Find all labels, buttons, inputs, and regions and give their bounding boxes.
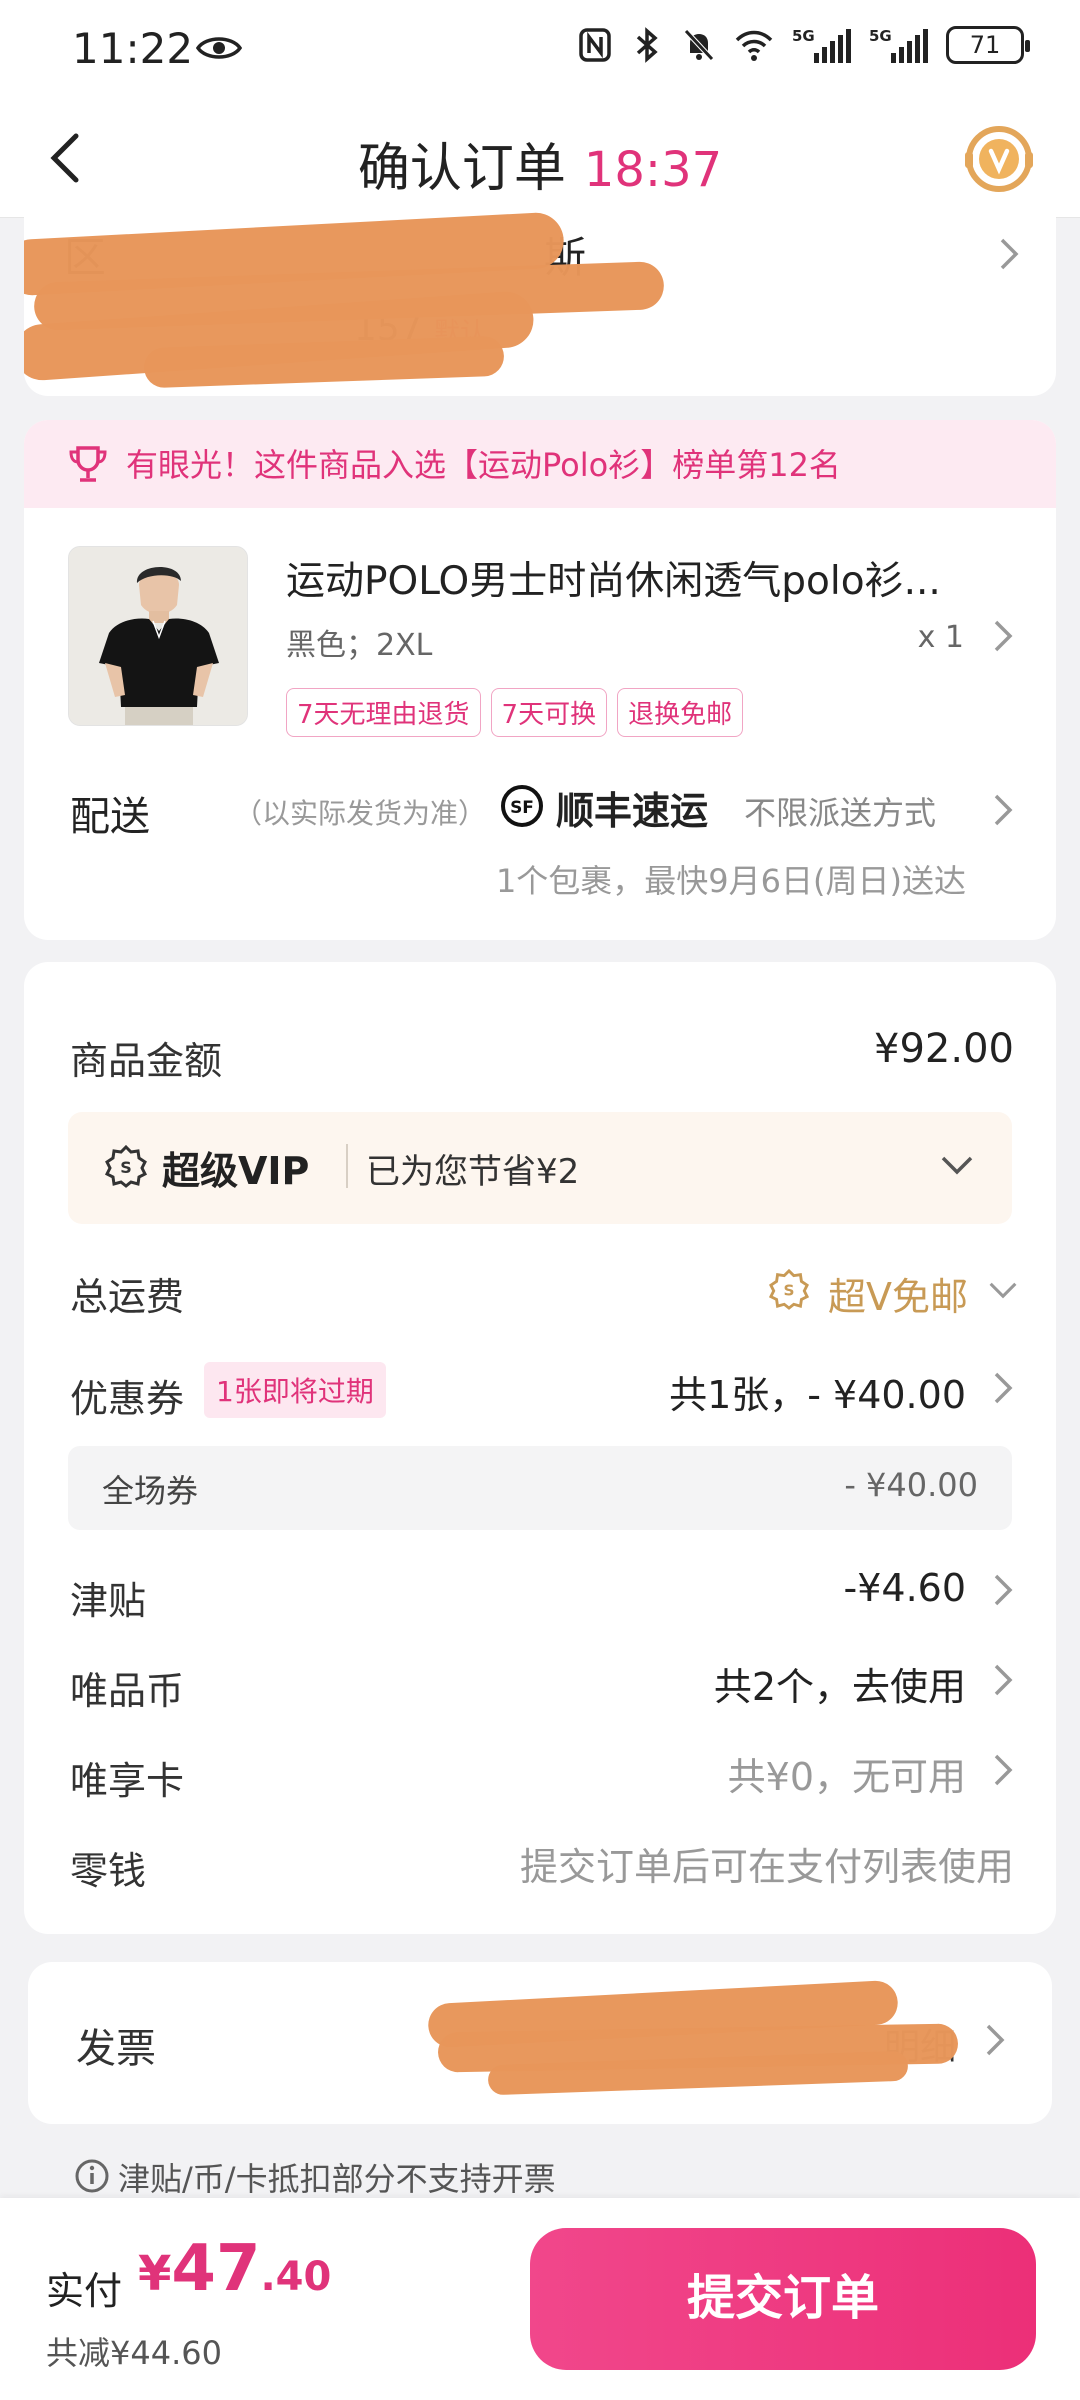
coupon-detail-label: 全场券 [102, 1472, 199, 1510]
chevron-right-icon[interactable] [992, 792, 1014, 828]
signal-icon: 5G [792, 27, 851, 63]
chevron-right-icon [1000, 238, 1019, 270]
wifi-icon [735, 30, 773, 61]
nfc-icon [579, 28, 611, 62]
info-icon [75, 2159, 109, 2193]
coupon-value[interactable]: 共1张，- ¥40.00 [669, 1364, 966, 1419]
eye-icon [196, 37, 242, 59]
price-summary-card: 商品金额 ¥92.00 S 超级VIP 已为您节省¥2 总运费 S 超V免邮 优… [24, 962, 1056, 1934]
product-image [69, 547, 247, 725]
product-spec: 黑色；2XL [286, 628, 433, 663]
chevron-down-icon[interactable] [988, 1280, 1018, 1300]
change-label: 零钱 [70, 1849, 147, 1893]
svg-text:S: S [120, 1158, 132, 1177]
chevron-right-icon[interactable] [984, 2022, 1006, 2058]
svg-text:SF: SF [510, 798, 534, 818]
battery-level: 71 [969, 31, 1001, 59]
coins-label: 唯品币 [70, 1669, 185, 1713]
vip-savings-text: 已为您节省¥2 [366, 1152, 580, 1192]
battery-icon: 71 [946, 26, 1030, 64]
service-tags: 7天无理由退货 7天可换 退换免邮 [286, 688, 744, 737]
rank-banner[interactable]: 有眼光！这件商品入选【运动Polo衫】榜单第12名 [24, 420, 1056, 508]
rank-banner-text: 有眼光！这件商品入选【运动Polo衫】榜单第12名 [126, 446, 841, 484]
invoice-card[interactable]: 发票 明细 [28, 1962, 1052, 2124]
chevron-right-icon[interactable] [992, 1752, 1014, 1788]
mute-bell-icon [684, 29, 714, 61]
coupon-label: 优惠券 [70, 1377, 185, 1421]
shipping-fee-label: 总运费 [70, 1275, 185, 1319]
goods-amount-label: 商品金额 [70, 1039, 223, 1083]
super-vip-badge-icon: S [768, 1268, 810, 1310]
coins-value[interactable]: 共2个，去使用 [714, 1656, 966, 1711]
product-thumbnail[interactable] [68, 546, 248, 726]
submit-order-button[interactable]: 提交订单 [530, 2228, 1036, 2370]
vip-name: 超级VIP [162, 1149, 310, 1193]
chevron-right-icon[interactable] [992, 1370, 1014, 1406]
invoice-label: 发票 [76, 2026, 156, 2072]
chevron-right-icon[interactable] [992, 618, 1014, 654]
pay-amount: ¥47.40 [138, 2232, 331, 2306]
page-title-text: 确认订单 [357, 139, 566, 199]
bluetooth-icon [636, 27, 658, 63]
coupon-expiring-badge: 1张即将过期 [204, 1362, 386, 1418]
shipping-label: 配送 [70, 794, 150, 840]
product-title[interactable]: 运动POLO男士时尚休闲透气polo衫... [286, 550, 1006, 606]
signal-icon: 5G [869, 27, 928, 63]
vip-card-value[interactable]: 共¥0，无可用 [728, 1746, 966, 1801]
super-vip-badge-icon: S [104, 1144, 148, 1188]
nav-bar: 确认订单 18:37 [0, 100, 1080, 218]
change-value: 提交订单后可在支付列表使用 [519, 1845, 1014, 1889]
countdown-timer: 18:37 [583, 142, 723, 198]
invoice-note: 津贴/币/卡抵扣部分不支持开票 [118, 2160, 556, 2198]
coupon-detail-row: 全场券 - ¥40.00 [68, 1446, 1012, 1530]
shipping-note: （以实际发货为准） [234, 797, 487, 830]
vip-savings-row[interactable]: S 超级VIP 已为您节省¥2 [68, 1112, 1012, 1224]
sf-express-logo-icon: SF [501, 785, 543, 827]
shipping-method[interactable]: 不限派送方式 [744, 788, 936, 834]
subsidy-label: 津贴 [70, 1579, 147, 1623]
shipping-carrier: 顺丰速运 [556, 789, 709, 833]
status-bar: 11:22 5G 5G 71 [0, 0, 1080, 100]
service-tag: 7天无理由退货 [286, 688, 481, 737]
vip-card-label: 唯享卡 [70, 1759, 185, 1803]
coupon-detail-value: - ¥40.00 [844, 1466, 978, 1504]
pay-amount-dec: .40 [260, 2254, 332, 2300]
shipping-fee-value: 超V免邮 [828, 1275, 968, 1319]
service-tag: 7天可换 [490, 688, 608, 737]
product-quantity: x 1 [917, 620, 964, 655]
subsidy-value[interactable]: -¥4.60 [844, 1566, 967, 1610]
total-saved: 共减¥44.60 [46, 2334, 222, 2372]
checkout-bar: 实付 ¥47.40 共减¥44.60 提交订单 [0, 2198, 1080, 2400]
chevron-down-icon[interactable] [940, 1154, 974, 1176]
page-title: 确认订单 18:37 [0, 126, 1080, 201]
goods-amount-value: ¥92.00 [874, 1026, 1014, 1072]
pay-currency: ¥ [138, 2246, 172, 2302]
vip-service-icon[interactable] [962, 122, 1036, 196]
svg-text:S: S [784, 1282, 795, 1300]
service-tag: 退换免邮 [617, 688, 744, 737]
status-time: 11:22 [72, 24, 194, 73]
pay-amount-int: 47 [171, 2232, 261, 2306]
chevron-right-icon[interactable] [992, 1572, 1014, 1608]
chevron-right-icon[interactable] [992, 1662, 1014, 1698]
shipping-eta: 1个包裹，最快9月6日(周日)送达 [495, 862, 966, 900]
divider [346, 1144, 348, 1188]
trophy-icon [69, 446, 107, 482]
pay-label: 实付 [46, 2269, 123, 2313]
address-card[interactable]: 区 斯 157 默认 [24, 212, 1056, 396]
product-card: 有眼光！这件商品入选【运动Polo衫】榜单第12名 运动POLO男士时尚休闲透气… [24, 420, 1056, 940]
